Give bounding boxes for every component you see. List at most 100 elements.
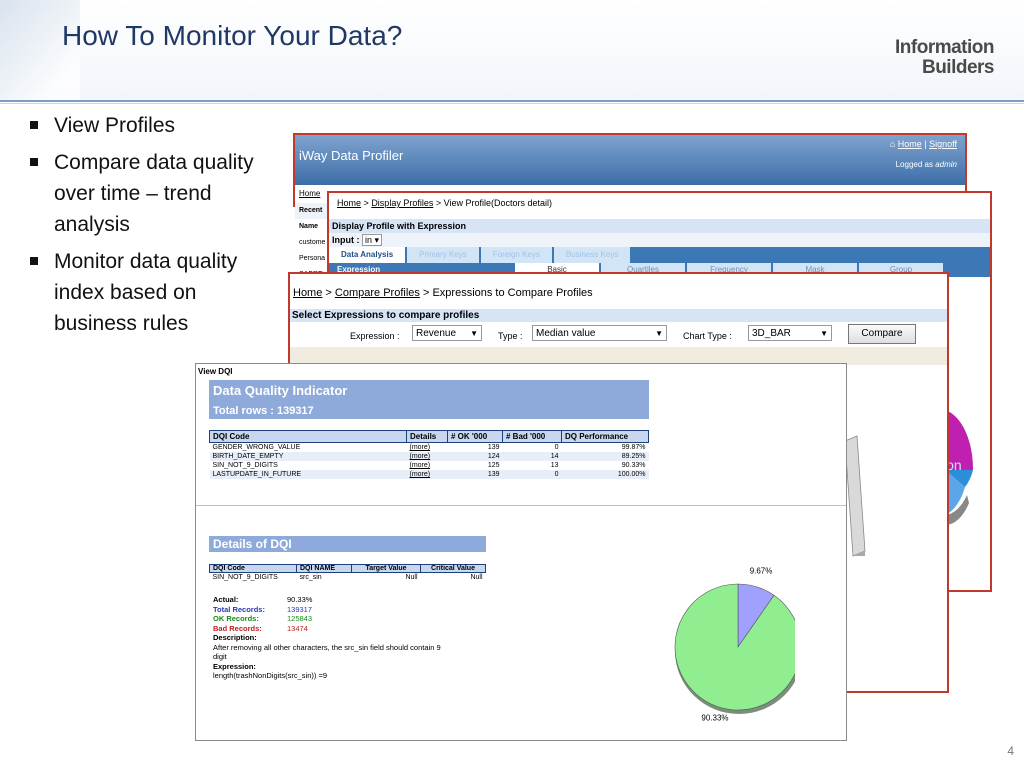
cell-bad: 14 — [502, 452, 562, 461]
actual-value: 90.33% — [287, 595, 313, 604]
column-header: DQ Performance — [561, 430, 649, 443]
bullet-square-icon — [30, 158, 38, 166]
link-separator: | — [924, 139, 927, 149]
chevron-down-icon: ▼ — [820, 329, 828, 338]
cell-ok: 139 — [487, 444, 500, 451]
tab-primary-keys[interactable]: Primary Keys — [407, 247, 479, 263]
bullet-square-icon — [30, 121, 38, 129]
breadcrumb: Home > Compare Profiles > Expressions to… — [293, 287, 593, 299]
bullet-item: View Profiles — [28, 110, 268, 141]
company-logo: Information Builders — [892, 37, 995, 78]
breadcrumb-display-profiles[interactable]: Display Profiles — [371, 198, 433, 208]
tab-data-analysis[interactable]: Data Analysis — [329, 247, 406, 263]
more-link[interactable]: (more) — [406, 470, 448, 479]
cell-perf: 100.00% — [561, 470, 649, 479]
description-label: Description: — [213, 633, 257, 642]
cell-perf: 89.25% — [561, 452, 649, 461]
expression-label: Expression : — [350, 331, 400, 341]
logo-line-2: Builders — [921, 57, 995, 78]
dqi-details: Actual: 90.33% Total Records: 139317 OK Re… — [213, 595, 453, 681]
breadcrumb-separator: > — [422, 287, 430, 299]
dqi-table: DQI Code Details # OK '000 # Bad '000 DQ… — [209, 430, 649, 479]
breadcrumb-compare-profiles[interactable]: Compare Profiles — [335, 287, 420, 299]
breadcrumb-separator: > — [363, 198, 369, 208]
sidebar-item[interactable]: Persona — [295, 251, 328, 267]
column-header: Critical Value — [420, 564, 486, 573]
app-title: iWay Data Profiler — [299, 148, 404, 163]
tab-foreign-keys[interactable]: Foreign Keys — [480, 247, 552, 263]
profiler-sidebar: Home — [295, 187, 320, 200]
sidebar-item[interactable]: custome — [295, 235, 328, 251]
breadcrumb: Home > Display Profiles > View Profile(D… — [337, 198, 552, 208]
cell-critical: Null — [470, 574, 483, 581]
expression-text: length(trashNonDigits(src_sin)) =9 — [213, 671, 328, 680]
cell-code: BIRTH_DATE_EMPTY — [209, 452, 407, 461]
cell-target: Null — [405, 574, 418, 581]
total-records-value: 139317 — [287, 604, 313, 614]
cell-name: src_sin — [299, 574, 322, 581]
bullet-text: View Profiles — [54, 114, 175, 137]
profiler-titlebar: iWay Data Profiler ⌂ Home | Signoff Logg… — [295, 135, 965, 185]
input-label: Input : — [332, 235, 360, 245]
pie-slice-label: 90.33% — [701, 713, 728, 722]
more-link[interactable]: (more) — [406, 452, 448, 461]
dqi-header: Data Quality Indicator Total rows : 1393… — [209, 380, 649, 419]
breadcrumb-home[interactable]: Home — [293, 287, 322, 299]
table-row: LASTUPDATE_IN_FUTURE (more) 139 0 100.00… — [209, 470, 649, 479]
tab-bar: Data Analysis Primary Keys Foreign Keys … — [329, 247, 990, 263]
input-row: Input : in ▾ — [329, 233, 990, 247]
section-header: Display Profile with Expression — [329, 219, 990, 233]
header-divider — [0, 100, 1024, 102]
bad-records-row: Bad Records: 13474 — [213, 624, 453, 634]
cell-code: LASTUPDATE_IN_FUTURE — [209, 470, 407, 479]
top-links: ⌂ Home | Signoff — [890, 139, 957, 149]
type-select-value: Median value — [536, 328, 596, 339]
actual-row: Actual: 90.33% — [213, 595, 453, 605]
dqi-pie-chart: 9.67% 90.33% — [674, 567, 795, 722]
expression-select[interactable]: Revenue ▼ — [412, 325, 482, 341]
breadcrumb-home[interactable]: Home — [337, 198, 361, 208]
profiler-sidebar-list: Recent Name custome Persona SABRE d — [295, 203, 328, 278]
cell-code: SIN_NOT_9_DIGITS — [212, 574, 278, 581]
column-header: # OK '000 — [447, 430, 503, 443]
tab-business-keys[interactable]: Business Keys — [553, 247, 631, 263]
home-link[interactable]: Home — [898, 139, 922, 149]
page-number: 4 — [1007, 744, 1014, 758]
table-row: BIRTH_DATE_EMPTY (more) 124 14 89.25% — [209, 452, 649, 461]
cell-bad: 0 — [554, 444, 559, 451]
table-row: SIN_NOT_9_DIGITS src_sin Null Null — [210, 573, 486, 583]
dqi-total-rows: Total rows : 139317 — [213, 405, 314, 417]
chart-type-select[interactable]: 3D_BAR ▼ — [748, 325, 832, 341]
logo-line-1: Information — [895, 37, 995, 58]
signoff-link[interactable]: Signoff — [929, 139, 957, 149]
cell-ok: 124 — [447, 452, 503, 461]
cell-perf: 90.33% — [621, 462, 646, 469]
bullet-text: Monitor data quality index based on busi… — [54, 250, 238, 335]
bar-chart-fragment — [845, 435, 866, 557]
type-select[interactable]: Median value ▼ — [532, 325, 667, 341]
compare-button[interactable]: Compare — [848, 324, 916, 344]
sidebar-recent: Recent — [295, 203, 328, 219]
more-link[interactable]: (more) — [407, 443, 448, 453]
table-row: SIN_NOT_9_DIGITS (more) 125 13 90.33% — [210, 461, 649, 470]
actual-label: Actual: — [213, 595, 239, 604]
dqi-window: View DQI Data Quality Indicator Total ro… — [195, 363, 847, 741]
breadcrumb-separator: > — [325, 287, 332, 299]
header-divider-thin — [0, 103, 1024, 104]
home-icon: ⌂ — [889, 139, 896, 149]
logged-as-label: Logged as — [895, 160, 933, 169]
cell-bad: 13 — [550, 462, 559, 469]
breadcrumb-current: Expressions to Compare Profiles — [432, 287, 593, 299]
column-header: DQI NAME — [296, 564, 352, 573]
input-select[interactable]: in ▾ — [362, 234, 383, 246]
slide-title: How To Monitor Your Data? — [62, 20, 403, 51]
breadcrumb-current: View Profile(Doctors detail) — [443, 198, 553, 208]
bar-3d-side — [845, 435, 866, 557]
more-link[interactable]: (more) — [407, 461, 448, 470]
section-header: Select Expressions to compare profiles — [290, 309, 947, 322]
column-header: DQI Code — [209, 564, 297, 573]
sidebar-name-header: Name — [299, 223, 319, 230]
sidebar-home-link[interactable]: Home — [295, 187, 320, 200]
description-text: After removing all other characters, the… — [213, 642, 441, 662]
table-row: GENDER_WRONG_VALUE (more) 139 0 99.87% — [210, 443, 649, 453]
